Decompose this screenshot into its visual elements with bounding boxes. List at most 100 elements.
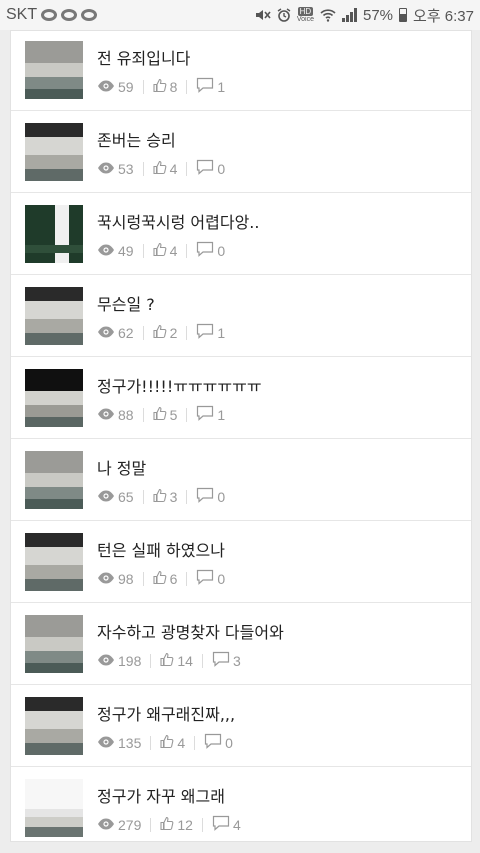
post-list-item[interactable]: 턴은 실패 하였으나 98 6 0 (11, 521, 471, 603)
comment-count-value: 1 (217, 406, 226, 423)
meta-divider (142, 161, 144, 176)
post-title[interactable]: 전 유죄입니다 (97, 45, 190, 69)
thumbs-up-icon (153, 78, 170, 96)
post-list-item[interactable]: 전 유죄입니다 59 8 1 (11, 29, 471, 111)
view-count-value: 62 (118, 324, 134, 341)
status-bar: SKT HD Voice 57% 오후 6:37 (0, 0, 480, 30)
eye-icon (97, 735, 118, 751)
post-thumbnail (25, 697, 83, 755)
post-meta: 65 3 0 (97, 487, 225, 506)
meta-divider (150, 653, 152, 668)
like-count: 3 (153, 488, 177, 506)
post-thumbnail (25, 615, 83, 673)
post-meta: 135 4 0 (97, 733, 233, 752)
post-thumbnail (25, 41, 83, 99)
comment-count: 0 (196, 241, 225, 260)
comment-count-value: 0 (217, 160, 226, 177)
thumbs-up-icon (153, 160, 170, 178)
thumbs-up-icon (153, 570, 170, 588)
comment-count-value: 4 (232, 816, 241, 833)
post-list-item[interactable]: 나 정말 65 3 0 (11, 439, 471, 521)
view-count: 49 (97, 243, 134, 259)
post-title[interactable]: 꾹시렁꾹시렁 어렵다앙.. (97, 209, 259, 233)
meta-divider (194, 735, 196, 750)
like-count-value: 8 (169, 78, 178, 95)
like-count-value: 14 (177, 652, 193, 669)
post-list-item[interactable]: 자수하고 광명찾자 다들어와 198 14 3 (11, 603, 471, 685)
post-title[interactable]: 존버는 승리 (97, 127, 176, 151)
wifi-icon (320, 9, 336, 22)
eye-icon (97, 407, 118, 423)
view-count-value: 65 (118, 488, 134, 505)
post-title[interactable]: 나 정말 (97, 455, 146, 479)
voice-label: Voice (296, 16, 314, 23)
like-count: 4 (153, 242, 178, 260)
post-list-item[interactable]: 정구가 왜구래진짜,,, 135 4 0 (11, 685, 471, 767)
thumbs-up-icon (160, 734, 177, 752)
post-meta: 62 2 1 (97, 323, 225, 342)
status-right: HD Voice 57% 오후 6:37 (255, 5, 474, 26)
view-count: 98 (97, 571, 134, 587)
eye-icon (97, 79, 118, 95)
post-title[interactable]: 정구가 자꾸 왜그래 (97, 783, 225, 807)
post-meta: 279 12 4 (97, 815, 241, 834)
view-count: 62 (97, 325, 134, 341)
post-title[interactable]: 자수하고 광명찾자 다들어와 (97, 619, 284, 643)
talk-notification-icon (41, 9, 58, 21)
thumbs-up-icon (160, 816, 177, 834)
post-title[interactable]: 정구가 왜구래진짜,,, (97, 701, 235, 725)
meta-divider (142, 571, 144, 586)
like-count: 4 (160, 734, 185, 752)
post-list-item[interactable]: 정구가 자꾸 왜그래 279 12 4 (11, 767, 471, 849)
post-thumbnail (25, 779, 83, 837)
post-thumbnail (25, 287, 83, 345)
like-count-value: 4 (169, 242, 178, 259)
clock: 오후 6:37 (413, 7, 474, 25)
meta-divider (186, 161, 188, 176)
comment-count: 4 (212, 815, 241, 834)
view-count-value: 59 (118, 78, 134, 95)
battery-icon (399, 8, 408, 22)
comment-icon (212, 815, 233, 834)
post-list-item[interactable]: 정구가!!!!!ㅠㅠㅠㅠㅠㅠ 88 5 1 (11, 357, 471, 439)
post-list-item[interactable]: 꾹시렁꾹시렁 어렵다앙.. 49 4 0 (11, 193, 471, 275)
meta-divider (186, 325, 188, 340)
comment-count-value: 0 (225, 734, 233, 751)
view-count-value: 53 (118, 160, 134, 177)
comment-count-value: 3 (232, 652, 241, 669)
meta-divider (142, 325, 144, 340)
meta-divider (150, 817, 152, 832)
view-count: 279 (97, 817, 141, 833)
meta-divider (150, 735, 152, 750)
comment-count-value: 1 (217, 78, 226, 95)
comment-icon (196, 323, 217, 342)
view-count-value: 98 (118, 570, 134, 587)
like-count: 8 (153, 78, 178, 96)
like-count-value: 12 (177, 816, 193, 833)
like-count-value: 4 (169, 160, 178, 177)
eye-icon (97, 817, 118, 833)
view-count-value: 279 (118, 816, 142, 833)
post-title[interactable]: 무슨일 ? (97, 291, 155, 315)
comment-count: 1 (196, 405, 225, 424)
thumbs-up-icon (153, 488, 170, 506)
like-count-value: 4 (177, 734, 186, 751)
post-list-item[interactable]: 존버는 승리 53 4 0 (11, 111, 471, 193)
meta-divider (186, 489, 188, 504)
hd-voice-indicator: HD Voice (297, 7, 314, 23)
post-title[interactable]: 턴은 실패 하였으나 (97, 537, 225, 561)
post-title[interactable]: 정구가!!!!!ㅠㅠㅠㅠㅠㅠ (97, 373, 262, 397)
post-list-item[interactable]: 무슨일 ? 62 2 1 (11, 275, 471, 357)
comment-count-value: 0 (217, 242, 226, 259)
comment-count-value: 0 (217, 488, 226, 505)
carrier-label: SKT (6, 6, 38, 23)
thumbs-up-icon (160, 652, 177, 670)
post-meta: 88 5 1 (97, 405, 225, 424)
meta-divider (186, 407, 188, 422)
comment-count: 0 (196, 159, 225, 178)
comment-count: 0 (196, 569, 225, 588)
view-count-value: 49 (118, 242, 134, 259)
post-meta: 198 14 3 (97, 651, 241, 670)
thumbs-up-icon (153, 324, 170, 342)
meta-divider (186, 243, 188, 258)
